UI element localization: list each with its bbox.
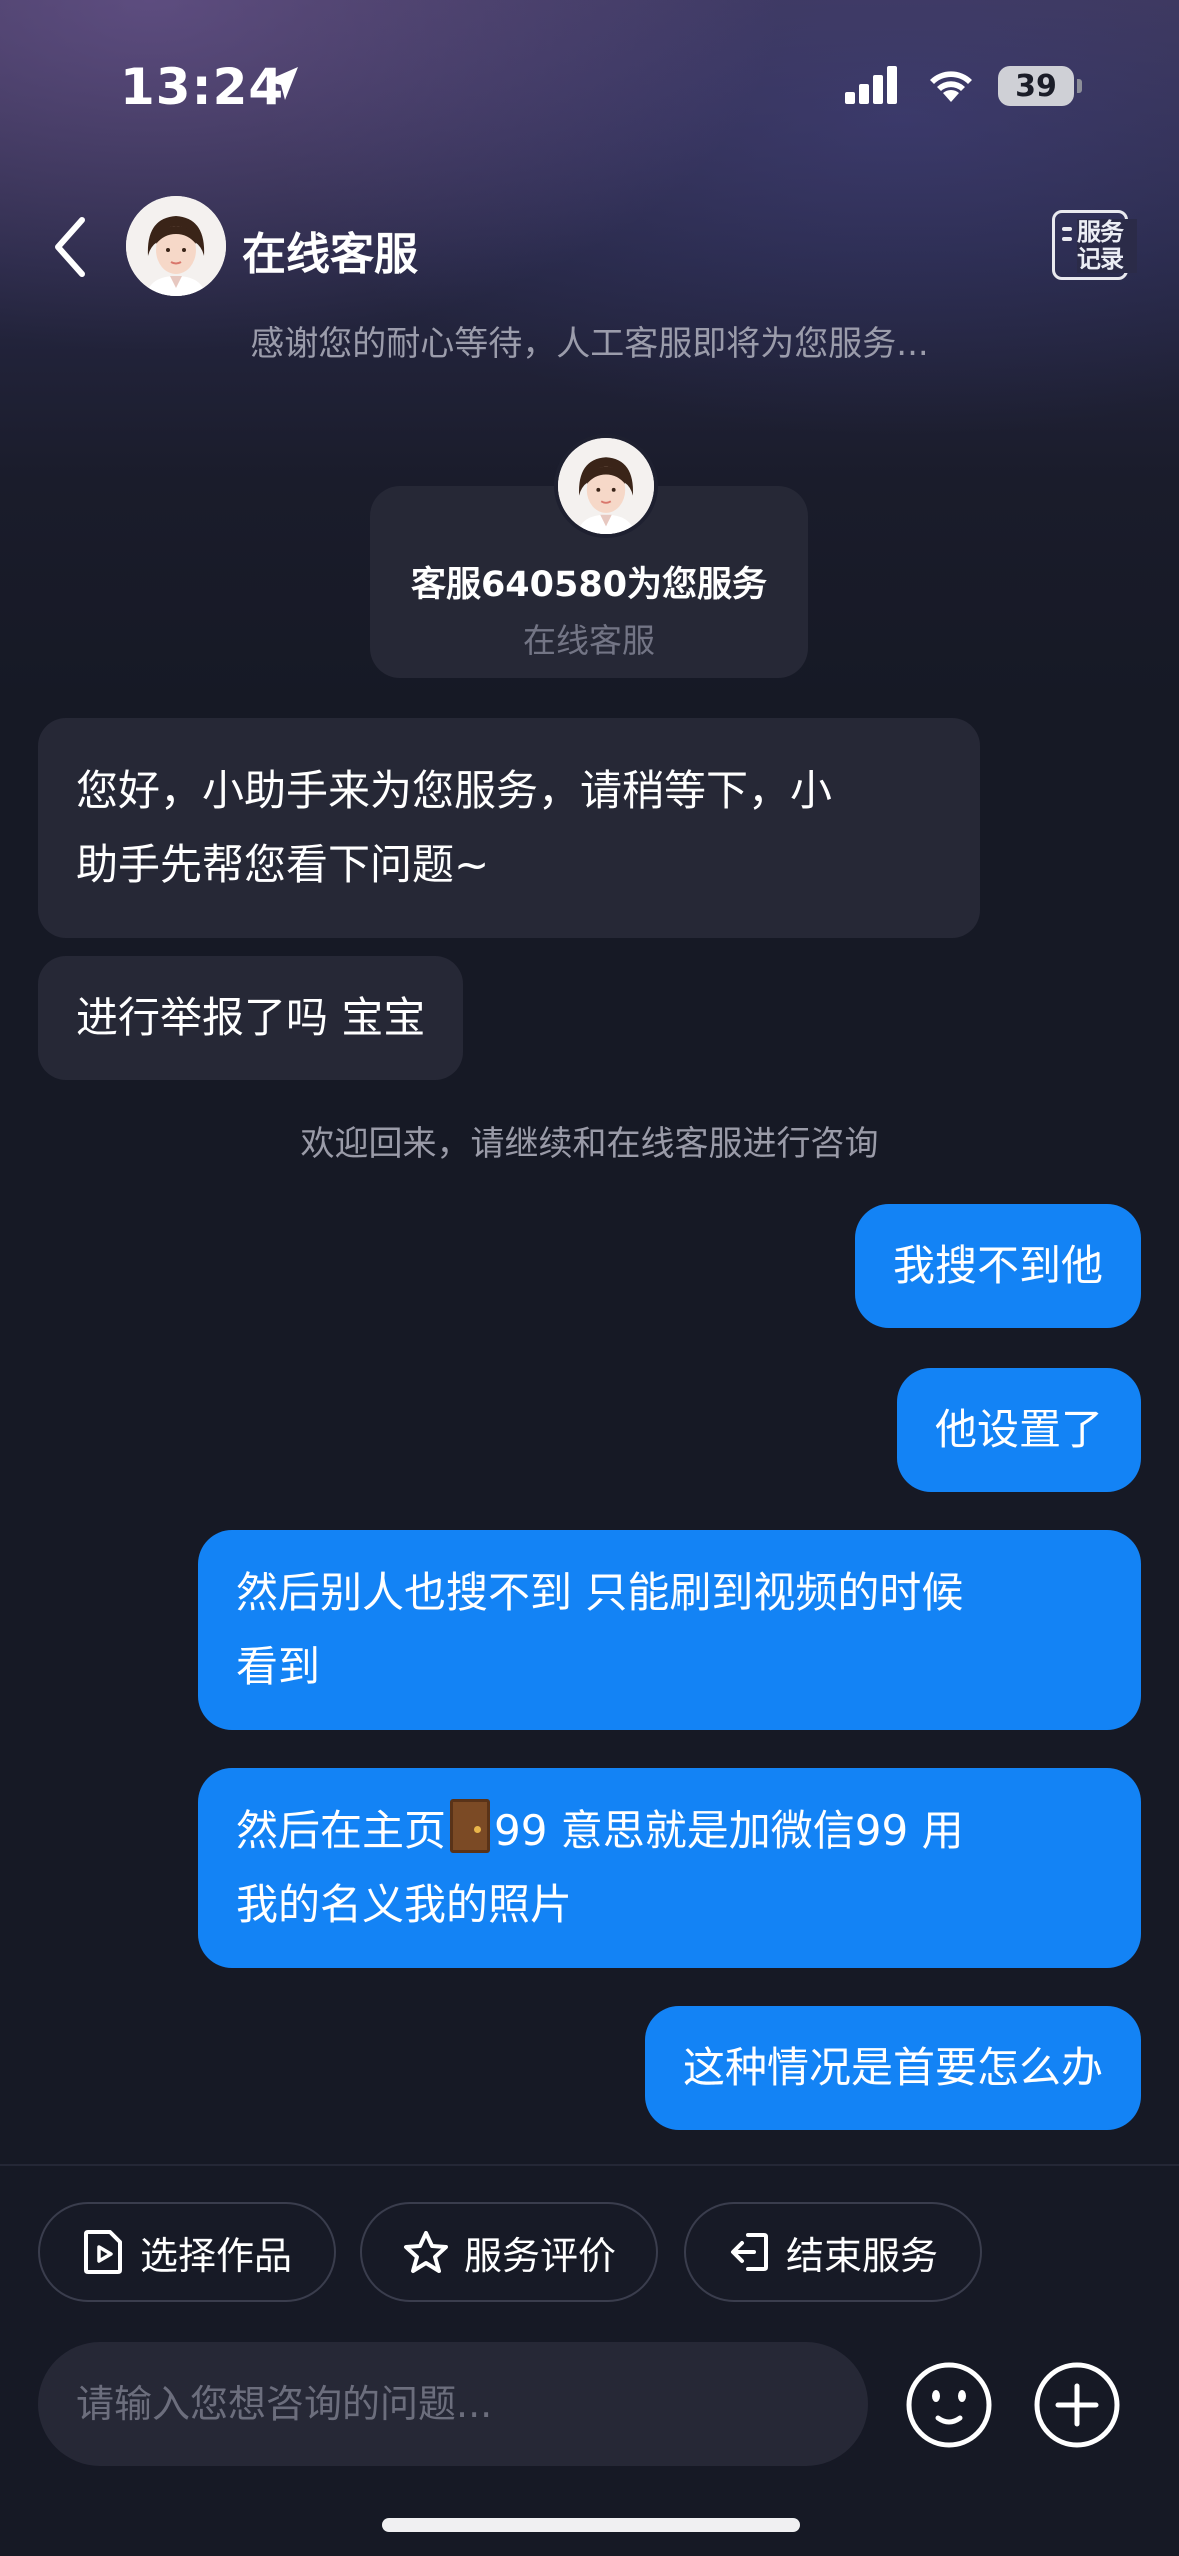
agent-message: 进行举报了吗 宝宝	[38, 956, 464, 1080]
end-service-button[interactable]: 结束服务	[684, 2202, 982, 2302]
user-message: 然后别人也搜不到 只能刷到视频的时候 看到	[198, 1530, 1141, 1730]
message-line: 我的名义我的照片	[236, 1880, 573, 1929]
service-record-label: 服务记录	[1077, 219, 1137, 273]
back-button[interactable]	[46, 212, 96, 282]
select-works-label: 选择作品	[139, 2233, 292, 2278]
message-line: 您好，小助手来为您服务，请稍等下，小	[76, 766, 833, 815]
play-document-icon	[83, 2230, 122, 2274]
service-rating-label: 服务评价	[463, 2233, 616, 2278]
home-indicator[interactable]	[382, 2518, 800, 2532]
star-icon	[403, 2231, 448, 2273]
exit-icon	[730, 2233, 768, 2271]
location-arrow-icon	[266, 67, 298, 100]
message-line: 进行举报了吗 宝宝	[76, 993, 426, 1042]
agent-portrait-icon	[126, 196, 226, 296]
agent-avatar[interactable]	[126, 196, 226, 296]
end-service-label: 结束服务	[785, 2233, 938, 2278]
chat-screen: 13:24 39 在线客服 服务记录 感谢您的耐心等待，人工客服即将为您服务..…	[0, 0, 1179, 2556]
wifi-icon	[930, 71, 972, 102]
select-works-button[interactable]: 选择作品	[38, 2202, 336, 2302]
plus-button[interactable]	[1032, 2360, 1122, 2450]
battery-indicator: 39	[998, 66, 1074, 106]
agent-card-avatar	[554, 434, 658, 538]
divider	[0, 2164, 1179, 2166]
chat-title: 在线客服	[242, 229, 418, 280]
message-line: 然后在主页 99 意思就是加微信99 用	[236, 1794, 1103, 1868]
user-message: 我搜不到他	[854, 1204, 1141, 1328]
agent-message: 您好，小助手来为您服务，请稍等下，小 助手先帮您看下问题~	[38, 718, 980, 938]
user-message: 他设置了	[896, 1368, 1141, 1492]
status-time: 13:24	[120, 58, 285, 116]
system-note: 欢迎回来，请继续和在线客服进行咨询	[300, 1124, 879, 1164]
record-bar	[1062, 227, 1072, 231]
message-line: 他设置了	[934, 1405, 1103, 1454]
message-input[interactable]: 请输入您想咨询的问题...	[38, 2342, 868, 2466]
door-emoji-icon	[450, 1799, 491, 1853]
message-line: 然后别人也搜不到 只能刷到视频的时候	[236, 1568, 964, 1617]
user-message: 然后在主页 99 意思就是加微信99 用 我的名义我的照片	[198, 1768, 1141, 1968]
agent-card-title: 客服640580为您服务	[410, 565, 768, 605]
user-message: 这种情况是首要怎么办	[644, 2006, 1141, 2130]
message-text: 99 意思就是加微信99 用	[494, 1806, 964, 1855]
emoji-button[interactable]	[904, 2360, 994, 2450]
message-line: 这种情况是首要怎么办	[682, 2043, 1103, 2092]
message-text: 然后在主页	[236, 1806, 447, 1855]
record-bar	[1062, 237, 1072, 241]
cellular-signal-icon	[845, 66, 897, 104]
battery-cap	[1077, 79, 1082, 93]
service-record-button[interactable]: 服务记录	[1052, 210, 1137, 280]
message-line: 助手先帮您看下问题~	[76, 840, 490, 889]
message-line: 看到	[236, 1642, 321, 1691]
service-rating-button[interactable]: 服务评价	[360, 2202, 658, 2302]
message-line: 我搜不到他	[892, 1241, 1103, 1290]
agent-portrait-icon	[558, 438, 654, 534]
agent-card-subtitle: 在线客服	[523, 621, 655, 660]
queue-status-text: 感谢您的耐心等待，人工客服即将为您服务...	[250, 324, 929, 364]
